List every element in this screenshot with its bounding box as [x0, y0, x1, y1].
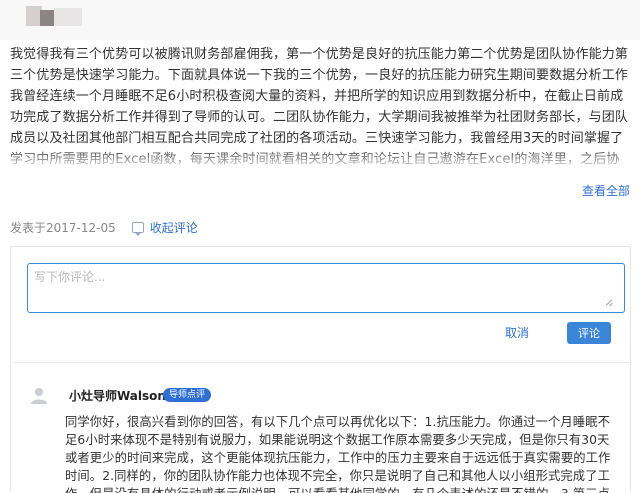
default-avatar-icon [31, 388, 47, 404]
divider [11, 362, 630, 363]
post-date: 发表于2017-12-05 [10, 220, 116, 235]
user-avatar-blurred [10, 4, 84, 30]
collapse-comments-button[interactable]: 收起评论 [131, 219, 198, 236]
reply-author[interactable]: 小灶导师Walson [69, 387, 166, 404]
comment-section: 取消 评论 小灶导师Walson 导师点评 同学你好，很高兴看到你的回答，有以下… [10, 246, 631, 493]
resize-grip-icon[interactable] [605, 298, 613, 306]
reply-text: 同学你好，很高兴看到你的回答，有以下几个点可以再优化以下：1.抗压能力。你通过一… [65, 415, 611, 493]
comment-input[interactable] [27, 263, 625, 313]
answer-meta: 发表于2017-12-05 收起评论 [10, 218, 198, 236]
collapse-comments-label: 收起评论 [149, 220, 198, 235]
answer-fade [0, 148, 640, 174]
comment-icon [131, 221, 144, 236]
cancel-button[interactable]: 取消 [505, 324, 529, 341]
profile-header [0, 0, 640, 40]
view-all-link[interactable]: 查看全部 [582, 182, 630, 199]
mentor-badge: 导师点评 [163, 388, 212, 402]
submit-comment-button[interactable]: 评论 [567, 322, 611, 344]
